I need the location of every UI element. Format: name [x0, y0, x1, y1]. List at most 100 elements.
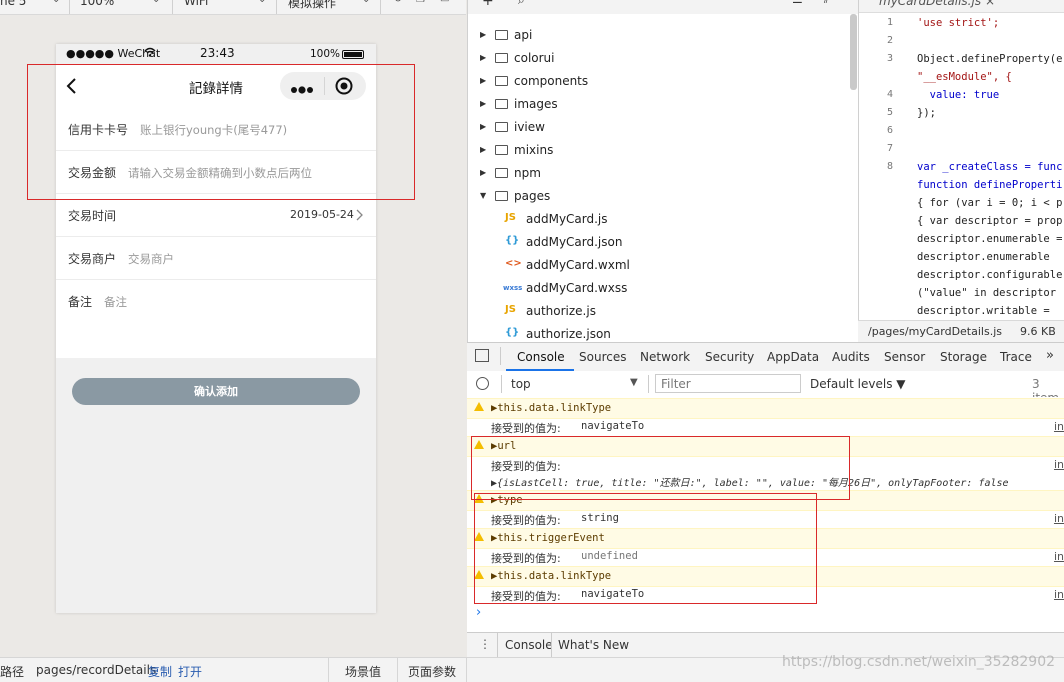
code-line: var _createClass = func — [917, 161, 1063, 173]
tree-scrollbar[interactable] — [850, 14, 857, 90]
split-icon[interactable]: ⫽ — [824, 0, 829, 7]
source-link[interactable]: in — [1054, 458, 1064, 471]
chevron-down-icon[interactable]: ⌄ — [258, 0, 266, 5]
collapsed-arrow-icon[interactable]: ▶ — [480, 99, 486, 108]
source-link[interactable]: in — [1054, 550, 1064, 563]
console-log: 接受到的值为: navigateTo in — [467, 417, 1064, 436]
collapsed-arrow-icon[interactable]: ▶ — [480, 76, 486, 85]
line-number: 2 — [886, 35, 893, 46]
tab-sensor[interactable]: Sensor — [884, 350, 925, 364]
search-icon[interactable]: ⌕ — [518, 0, 525, 8]
annotation-box — [27, 64, 415, 200]
log-value: navigateTo — [581, 420, 645, 432]
line-number: 4 — [886, 89, 893, 100]
collapsed-arrow-icon[interactable]: ▶ — [480, 122, 486, 131]
toolbar-divider — [172, 0, 173, 14]
code-line: }); — [917, 107, 936, 119]
network-select[interactable]: WiFi — [184, 0, 208, 12]
expanded-arrow-icon[interactable]: ▼ — [480, 191, 486, 200]
line-number: 1 — [886, 17, 893, 28]
devtools-tab-bar: Console Sources Network Security AppData Audi… — [467, 342, 1064, 372]
code-line: descriptor.enumerable — [917, 251, 1057, 263]
line-number: 8 — [886, 161, 893, 172]
console-prompt[interactable]: › — [476, 605, 481, 620]
tree-item-label: addMyCard.js — [526, 212, 608, 226]
json-file-icon: {} — [505, 235, 520, 246]
path-label: 路径 — [0, 665, 25, 679]
code-line: value: true — [917, 89, 1000, 101]
code-editor[interactable]: myCardDetails.js × 1 'use strict'; 2 3 Objec… — [858, 0, 1064, 342]
tab-audits[interactable]: Audits — [832, 350, 870, 364]
js-file-icon: JS — [505, 304, 516, 315]
chevron-down-icon[interactable]: ⌄ — [52, 0, 60, 5]
tab-network[interactable]: Network — [640, 350, 690, 364]
tab-sources[interactable]: Sources — [579, 350, 626, 364]
code-line: { var descriptor = prop — [917, 215, 1063, 227]
device-select[interactable]: ne 5 — [0, 0, 26, 12]
form-row-merchant[interactable]: 交易商户 交易商户 — [56, 237, 376, 280]
bottom-divider — [466, 658, 467, 682]
chevron-down-icon[interactable]: ▼ — [630, 377, 638, 388]
console-filter-bar: top ▼ Filter Default levels ▼ 3 item — [467, 371, 1064, 405]
mode-select[interactable]: 模拟操作 — [288, 0, 336, 12]
page-params-button[interactable]: 页面参数 — [408, 663, 456, 680]
drawer-divider — [497, 633, 498, 657]
collapsed-arrow-icon[interactable]: ▶ — [480, 53, 486, 62]
add-icon[interactable]: + — [482, 0, 494, 9]
remark-textarea[interactable]: 备注 — [104, 294, 127, 310]
code-line: Object.defineProperty(e — [917, 53, 1063, 65]
tab-storage[interactable]: Storage — [940, 350, 987, 364]
tree-item-label: authorize.js — [526, 304, 596, 318]
confirm-add-button[interactable]: 确认添加 — [72, 378, 360, 405]
file-tree-toolbar: + ⌕ ⋯ ☰ ⫽ — [467, 0, 858, 15]
open-path-button[interactable]: 打开 — [178, 663, 202, 680]
window-icon[interactable]: ▭ — [440, 0, 449, 5]
collapse-icon[interactable]: ☰ — [792, 0, 803, 6]
collapsed-arrow-icon[interactable]: ▶ — [480, 145, 486, 154]
context-select[interactable]: top — [511, 377, 531, 391]
file-path: /pages/myCardDetails.js — [868, 325, 1002, 338]
clear-console-icon[interactable] — [476, 377, 489, 390]
source-link[interactable]: in — [1054, 420, 1064, 433]
tab-appdata[interactable]: AppData — [767, 350, 819, 364]
annotation-box — [471, 436, 850, 500]
scene-button[interactable]: 场景值 — [345, 663, 381, 680]
line-number: 7 — [886, 143, 893, 154]
more-icon[interactable]: ⋯ — [764, 0, 776, 6]
drawer-tab-whats-new[interactable]: What's New — [558, 638, 629, 652]
simulator-toolbar: ne 5 ⌄ 100% ⌄ WiFi ⌄ 模拟操作 ⌄ ↺ ❐ ▭ — [0, 0, 466, 15]
tab-trace[interactable]: Trace — [1000, 350, 1032, 364]
default-levels-select[interactable]: Default levels ▼ — [810, 377, 906, 391]
zoom-select[interactable]: 100% — [80, 0, 114, 12]
tab-security[interactable]: Security — [705, 350, 754, 364]
wxss-file-icon: wxss — [503, 284, 523, 292]
form-row-remark[interactable]: 备注 备注 — [56, 280, 376, 358]
warning-text[interactable]: ▶this.data.linkType — [491, 402, 611, 414]
chevron-down-icon[interactable]: ⌄ — [362, 0, 370, 5]
js-file-icon: JS — [505, 212, 516, 223]
tree-item-label: addMyCard.wxss — [526, 281, 628, 295]
collapsed-arrow-icon[interactable]: ▶ — [480, 168, 486, 177]
wxml-file-icon: <> — [505, 258, 522, 269]
form-row-time[interactable]: 交易时间 2019-05-24 — [56, 194, 376, 237]
filter-input[interactable]: Filter — [655, 374, 801, 393]
tab-divider — [500, 347, 501, 365]
chevron-down-icon[interactable]: ⌄ — [152, 0, 160, 5]
editor-tab[interactable]: myCardDetails.js — [879, 0, 981, 8]
merchant-input[interactable]: 交易商户 — [128, 251, 174, 267]
source-link[interactable]: in — [1054, 588, 1064, 601]
inspect-icon[interactable] — [475, 349, 489, 362]
close-icon[interactable]: × — [985, 0, 995, 8]
collapsed-arrow-icon[interactable]: ▶ — [480, 30, 486, 39]
source-link[interactable]: in — [1054, 512, 1064, 525]
copy-icon[interactable]: ❐ — [416, 0, 425, 5]
code-line: "__esModule", { — [917, 71, 1012, 83]
filter-divider — [501, 375, 502, 393]
tab-console[interactable]: Console — [517, 350, 565, 364]
more-tabs-icon[interactable]: » — [1046, 348, 1054, 363]
drawer-tab-console[interactable]: Console — [505, 638, 553, 652]
drawer-menu-icon[interactable]: ⋮ — [479, 637, 491, 651]
rotate-icon[interactable]: ↺ — [394, 0, 402, 5]
folder-icon — [495, 145, 508, 155]
copy-path-button[interactable]: 复制 — [148, 663, 172, 680]
